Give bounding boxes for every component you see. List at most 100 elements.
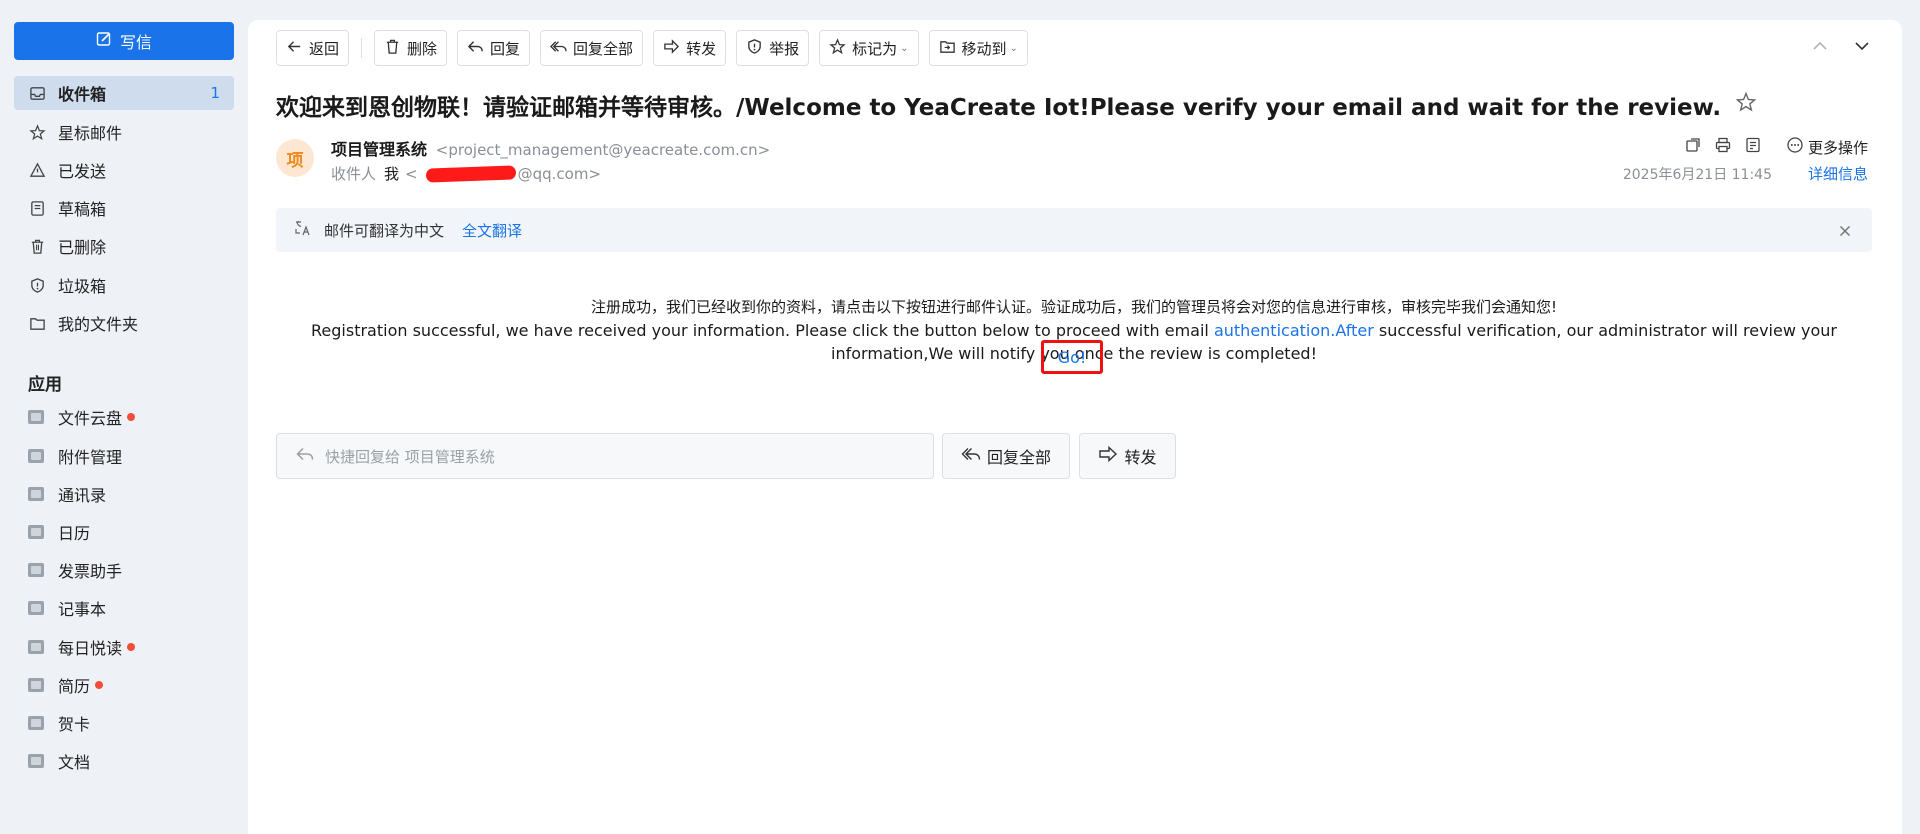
mail-toolbar: 返回 删除 回复 回复全部 转发 举报 标记为 ⌄ 移动到 ⌄ [276,30,1028,66]
forward-button[interactable]: 转发 [653,30,727,66]
notification-dot [127,643,136,651]
reply-button[interactable]: 回复 [457,30,531,66]
reading-icon [28,640,44,654]
apps-section-title: 应用 [28,375,62,395]
body-text-part: Registration successful, we have receive… [311,321,1214,340]
unread-count: 1 [210,84,220,102]
quick-reply-input[interactable]: 快捷回复给 项目管理系统 [276,433,934,479]
sender-name[interactable]: 项目管理系统 [331,140,427,159]
app-docs[interactable]: 文档 [14,744,234,778]
app-greeting-card[interactable]: 贺卡 [14,706,234,740]
folder-starred[interactable]: 星标邮件 [14,115,234,149]
header-actions: 更多操作 [1684,136,1868,158]
back-label: 返回 [309,39,340,58]
compose-button[interactable]: 写信 [14,22,234,60]
close-icon[interactable] [1836,222,1852,238]
mark-as-label: 标记为 [852,39,898,58]
sender-line: 项目管理系统 <project_management@yeacreate.com… [331,136,770,160]
folder-spam[interactable]: 垃圾箱 [14,268,234,302]
quick-reply-all-button[interactable]: 回复全部 [942,433,1070,479]
go-verify-link[interactable]: Go! [1058,348,1087,367]
new-window-icon[interactable] [1684,136,1702,158]
star-toggle-icon[interactable] [1735,91,1757,119]
app-daily-reading[interactable]: 每日悦读 [14,630,234,664]
note-icon[interactable] [1744,136,1762,158]
app-notes[interactable]: 记事本 [14,591,234,625]
folder-label: 草稿箱 [58,200,107,219]
previous-mail-button[interactable] [1810,36,1830,60]
translate-notice: 邮件可翻译为中文 [324,221,445,240]
app-cloud-drive[interactable]: 文件云盘 [14,400,234,434]
app-calendar[interactable]: 日历 [14,515,234,549]
folder-label: 已发送 [58,162,107,181]
compose-icon [96,31,112,51]
go-button-highlight: Go! [1041,340,1103,374]
mail-navigation [1810,36,1872,60]
notification-dot [95,681,104,689]
email-datetime: 2025年6月21日 11:45 [1622,167,1772,183]
reply-all-icon [550,38,567,59]
app-contacts[interactable]: 通讯录 [14,477,234,511]
toolbar-divider [361,38,363,58]
translate-full-text-link[interactable]: 全文翻译 [462,220,522,241]
translate-icon [294,219,324,241]
move-to-button[interactable]: 移动到 ⌄ [928,30,1028,66]
forward-icon [663,38,680,59]
print-icon[interactable] [1714,136,1732,158]
resume-icon [28,678,44,692]
reply-label: 回复 [490,39,521,58]
cloud-drive-icon [28,410,44,424]
folder-label: 收件箱 [58,85,107,104]
app-label: 发票助手 [58,562,123,581]
chevron-down-icon: ⌄ [900,42,909,54]
quick-forward-button[interactable]: 转发 [1079,433,1176,479]
quick-reply-placeholder: 快捷回复给 项目管理系统 [325,447,495,466]
app-resume[interactable]: 简历 [14,668,234,702]
folder-inbox[interactable]: 收件箱 1 [14,76,234,110]
folder-drafts[interactable]: 草稿箱 [14,191,234,225]
details-link[interactable]: 详细信息 [1808,163,1868,184]
report-button[interactable]: 举报 [736,30,810,66]
notification-dot [127,413,136,421]
app-attachments[interactable]: 附件管理 [14,439,234,473]
report-label: 举报 [769,39,800,58]
folder-deleted[interactable]: 已删除 [14,229,234,263]
docs-icon [28,754,44,768]
recipient-label: 收件人 [331,165,377,183]
invoice-icon [28,563,44,577]
app-invoice[interactable]: 发票助手 [14,553,234,587]
calendar-icon [28,525,44,539]
sender-avatar: 项 [276,139,314,177]
mark-as-button[interactable]: 标记为 ⌄ [819,30,919,66]
recipient-line: 收件人 我 < @qq.com> [331,163,601,184]
folder-label: 我的文件夹 [58,315,139,334]
app-label: 记事本 [58,600,107,619]
quick-forward-label: 转发 [1124,448,1157,467]
next-mail-button[interactable] [1852,36,1872,60]
more-actions-button[interactable]: 更多操作 [1786,136,1868,158]
mail-reader-panel: 返回 删除 回复 回复全部 转发 举报 标记为 ⌄ 移动到 ⌄ 欢迎来到恩创物联… [248,20,1902,834]
app-label: 文档 [58,753,91,772]
folder-my-folders[interactable]: 我的文件夹 [14,306,234,340]
shield-icon [28,276,46,294]
trash-icon [384,38,401,59]
email-subject: 欢迎来到恩创物联！请验证邮箱并等待审核。/Welcome to YeaCreat… [276,88,1757,122]
more-icon [1786,136,1804,158]
folder-label: 垃圾箱 [58,277,107,296]
move-to-label: 移动到 [961,39,1007,58]
forward-icon [1098,444,1118,468]
back-button[interactable]: 返回 [276,30,350,66]
delete-label: 删除 [407,39,438,58]
reply-all-icon [961,444,981,468]
app-label: 简历 [58,677,91,696]
move-folder-icon [939,38,956,59]
sidebar: 写信 收件箱 1 星标邮件 已发送 草稿箱 已删除 垃圾箱 我的文件夹 应用 文… [0,0,245,834]
folder-icon [28,314,46,332]
arrow-left-icon [286,38,303,59]
inbox-icon [28,84,46,102]
app-label: 贺卡 [58,715,91,734]
reply-all-button[interactable]: 回复全部 [540,30,644,66]
folder-sent[interactable]: 已发送 [14,153,234,187]
authentication-link[interactable]: authentication.After [1214,321,1374,340]
delete-button[interactable]: 删除 [374,30,448,66]
